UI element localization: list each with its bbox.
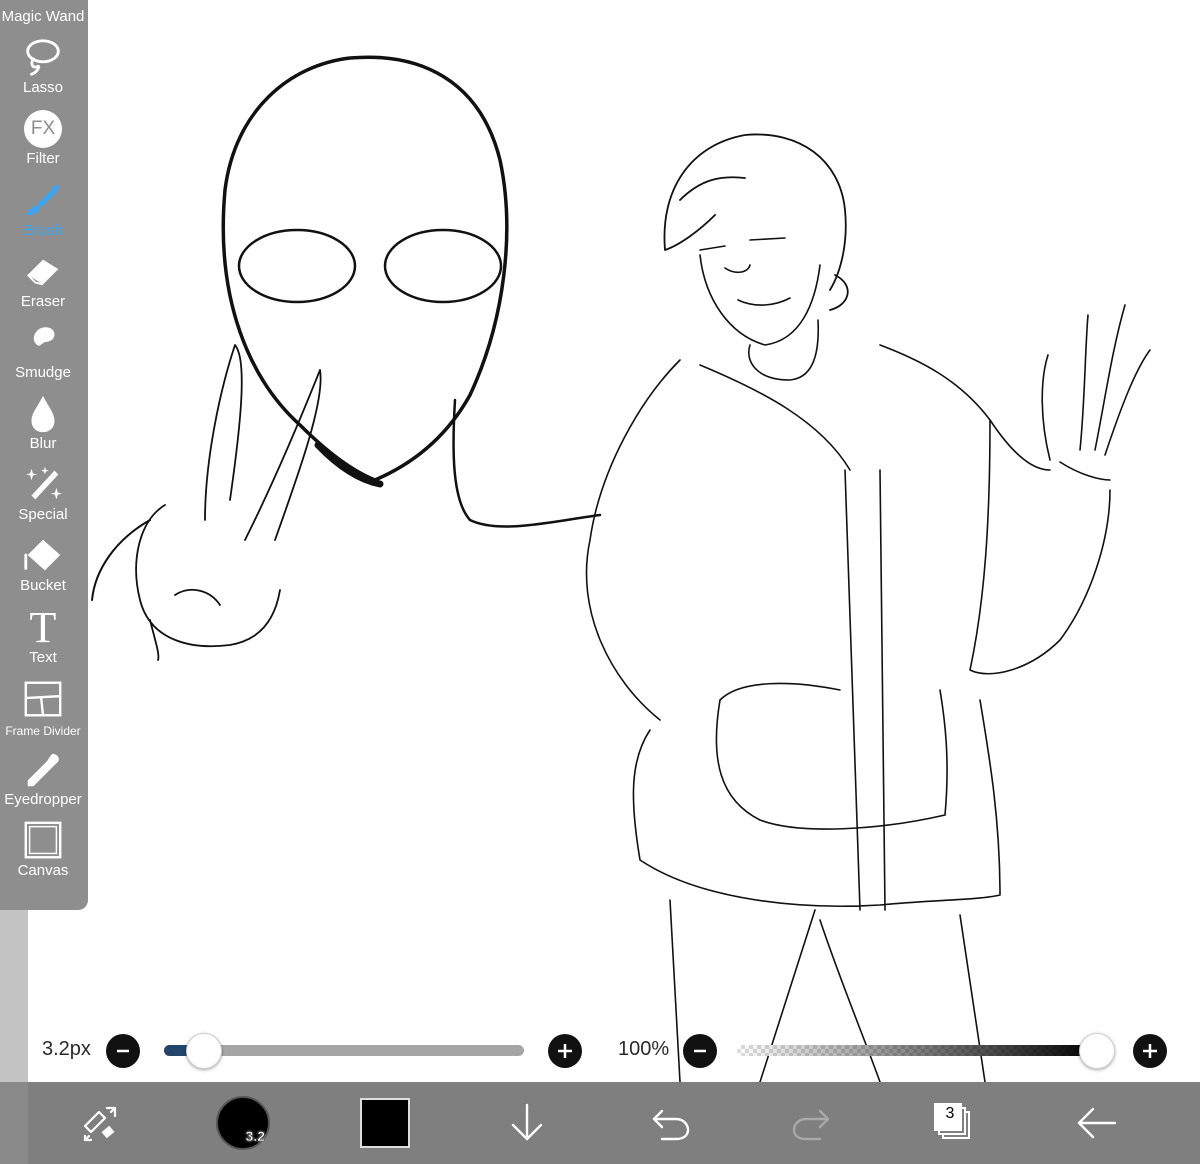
hoodie-sleeve [969,419,1111,675]
tool-canvas[interactable]: Canvas [0,816,86,886]
brush-size-badge-button[interactable]: 3.2 [212,1092,274,1154]
download-arrow-icon [511,1103,543,1141]
tool-filter[interactable]: FX Filter [0,104,86,174]
opacity-decrease-button[interactable] [683,1034,717,1068]
tool-label: Bucket [20,577,66,594]
bucket-icon [18,535,68,577]
plus-icon [558,1044,572,1058]
tool-label: Eyedropper [4,791,82,808]
line-art-drawing [91,55,1151,1082]
eyedropper-icon [18,749,68,791]
frame-divider-icon [18,678,68,720]
tool-label: Blur [29,435,57,452]
magic-wand-icon [18,0,68,8]
brush-size-increase-button[interactable] [548,1034,582,1068]
opacity-slider-knob[interactable] [1079,1033,1115,1069]
redo-icon [792,1109,830,1141]
layer-count: 3 [945,1105,955,1122]
mask-eye-left [237,228,357,304]
undo-button[interactable] [640,1092,700,1154]
brush-size-slider-knob[interactable] [185,1033,222,1069]
drawing-canvas[interactable] [0,0,1200,1082]
tool-special[interactable]: Special [0,460,86,530]
smudge-icon [18,322,68,364]
blur-drop-icon [18,393,68,435]
plus-icon [1143,1044,1157,1058]
canvas-icon [18,820,68,862]
brush-preview-circle: 3.2 [216,1096,270,1150]
color-swatch-button[interactable] [355,1092,415,1154]
person-collar [748,319,820,381]
download-button[interactable] [497,1092,557,1154]
text-icon: T [29,603,57,652]
tool-palette: Magic Wand Lasso FX Filter Brush Eraser Smudge… [0,0,88,910]
tool-frame-divider[interactable]: Frame Divider [0,674,86,744]
tool-label: Lasso [22,79,64,96]
transform-tool-button[interactable] [70,1092,130,1154]
transform-tool-icon [83,1106,117,1142]
layers-button[interactable]: 3 [922,1092,982,1154]
mask-head-outline [221,55,509,482]
special-sparkle-icon [18,464,68,506]
eraser-icon [18,251,68,293]
brush-size-value: 3.2px [42,1038,91,1060]
lasso-icon [18,37,68,79]
tool-label: Smudge [15,364,71,381]
mask-shoulder [91,519,151,601]
tool-eraser[interactable]: Eraser [0,247,86,317]
opacity-slider-gradient [737,1045,1097,1056]
tool-label: Eraser [20,293,66,310]
tool-blur[interactable]: Blur [0,389,86,459]
brush-size-badge-text: 3.2 [245,1128,265,1144]
tool-bucket[interactable]: Bucket [0,531,86,601]
hoodie-pocket [715,682,948,830]
tool-lasso[interactable]: Lasso [0,33,86,103]
bottom-toolbar: 3.2 3 [0,1082,1200,1164]
brush-size-decrease-button[interactable] [106,1034,140,1068]
person-hair [663,133,849,311]
mask-neck [452,398,602,528]
opacity-value: 100% [618,1038,670,1060]
undo-icon [652,1109,690,1141]
fx-icon: FX [18,108,68,150]
waving-hand [1041,304,1151,481]
bottom-toolbar-edge [0,1082,28,1164]
tool-label: Special [18,506,68,523]
current-color-swatch [360,1098,410,1148]
person-face [699,237,821,346]
back-button[interactable] [1066,1092,1126,1154]
opacity-slider-track[interactable] [737,1045,1097,1056]
tool-label: Filter [26,150,60,167]
opacity-increase-button[interactable] [1133,1034,1167,1068]
tool-label: Brush [23,222,63,239]
hoodie-body [585,344,1051,911]
peace-hand [135,344,322,661]
tool-label: Magic Wand [1,8,85,25]
tool-eyedropper[interactable]: Eyedropper [0,745,86,815]
brush-icon [18,180,68,222]
back-arrow-icon [1077,1107,1117,1139]
tool-label: Text [29,649,57,666]
tool-label: Canvas [17,862,69,879]
tool-text[interactable]: T Text [0,603,86,673]
mask-eye-right [383,228,503,304]
redo-button[interactable] [782,1092,842,1154]
tool-label: Frame Divider [5,724,81,738]
tool-magic-wand[interactable]: Magic Wand [0,0,86,32]
tool-smudge[interactable]: Smudge [0,318,86,388]
minus-icon [117,1049,129,1053]
minus-icon [694,1049,706,1053]
tool-brush[interactable]: Brush [0,176,86,246]
